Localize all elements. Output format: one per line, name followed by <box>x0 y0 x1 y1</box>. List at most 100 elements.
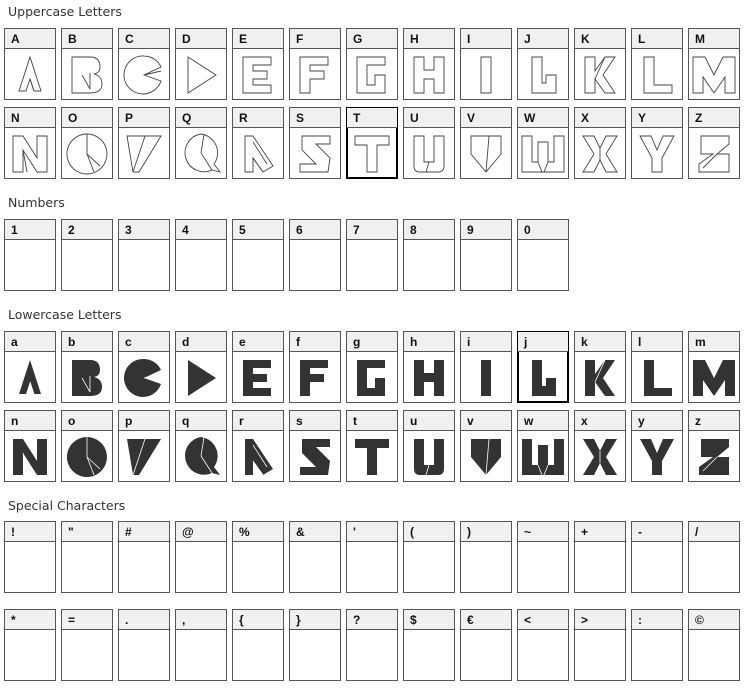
lowercase-cell-q[interactable]: q <box>175 410 227 482</box>
special-cell-char-9[interactable]: ~ <box>517 521 569 593</box>
lowercase-cell-n[interactable]: n <box>4 410 56 482</box>
special-cell-char-16[interactable]: , <box>175 609 227 681</box>
lowercase-cell-label: y <box>632 411 682 431</box>
special-cell-char-14[interactable]: = <box>61 609 113 681</box>
uppercase-cell-o[interactable]: O <box>61 107 113 179</box>
uppercase-cell-f[interactable]: F <box>289 28 341 100</box>
uppercase-cell-i[interactable]: I <box>460 28 512 100</box>
uppercase-cell-n[interactable]: N <box>4 107 56 179</box>
numbers-cell-7[interactable]: 7 <box>346 219 398 291</box>
lowercase-cell-v[interactable]: v <box>460 410 512 482</box>
special-cell-char-13[interactable]: * <box>4 609 56 681</box>
special-cell-char-5[interactable]: & <box>289 521 341 593</box>
lowercase-cell-c[interactable]: c <box>118 331 170 403</box>
glyph-preview-empty <box>461 240 511 290</box>
numbers-cell-1[interactable]: 1 <box>4 219 56 291</box>
lowercase-cell-z[interactable]: z <box>688 410 740 482</box>
lowercase-cell-k[interactable]: k <box>574 331 626 403</box>
lowercase-cell-j[interactable]: j <box>517 331 569 403</box>
glyph-preview-empty <box>290 630 340 680</box>
special-cell-char-22[interactable]: < <box>517 609 569 681</box>
glyph-preview-q <box>184 133 222 173</box>
numbers-cell-2[interactable]: 2 <box>61 219 113 291</box>
lowercase-cell-t[interactable]: t <box>346 410 398 482</box>
lowercase-cell-d[interactable]: d <box>175 331 227 403</box>
glyph-preview-empty <box>347 630 397 680</box>
lowercase-cell-y[interactable]: y <box>631 410 683 482</box>
uppercase-cell-x[interactable]: X <box>574 107 626 179</box>
uppercase-cell-l[interactable]: L <box>631 28 683 100</box>
lowercase-cell-l[interactable]: l <box>631 331 683 403</box>
special-cell-char-1[interactable]: " <box>61 521 113 593</box>
uppercase-cell-v[interactable]: V <box>460 107 512 179</box>
lowercase-cell-h[interactable]: h <box>403 331 455 403</box>
special-cell-char-2[interactable]: # <box>118 521 170 593</box>
special-cell-char-7[interactable]: ( <box>403 521 455 593</box>
lowercase-cell-f[interactable]: f <box>289 331 341 403</box>
uppercase-cell-b[interactable]: B <box>61 28 113 100</box>
uppercase-cell-j[interactable]: J <box>517 28 569 100</box>
lowercase-cell-u[interactable]: u <box>403 410 455 482</box>
numbers-cell-4[interactable]: 4 <box>175 219 227 291</box>
special-cell-char-15[interactable]: . <box>118 609 170 681</box>
special-cell-char-18[interactable]: } <box>289 609 341 681</box>
special-cell-char-8[interactable]: ) <box>460 521 512 593</box>
lowercase-cell-w[interactable]: w <box>517 410 569 482</box>
uppercase-cell-r[interactable]: R <box>232 107 284 179</box>
special-cell-char-0[interactable]: ! <box>4 521 56 593</box>
numbers-cell-label: 9 <box>461 220 511 240</box>
special-cell-char-11[interactable]: - <box>631 521 683 593</box>
special-cell-char-4[interactable]: % <box>232 521 284 593</box>
lowercase-cell-b[interactable]: b <box>61 331 113 403</box>
uppercase-cell-z[interactable]: Z <box>688 107 740 179</box>
lowercase-cell-label: c <box>119 332 169 352</box>
special-cell-char-12[interactable]: / <box>688 521 740 593</box>
special-cell-char-6[interactable]: ' <box>346 521 398 593</box>
special-cell-char-3[interactable]: @ <box>175 521 227 593</box>
lowercase-cell-p[interactable]: p <box>118 410 170 482</box>
lowercase-cell-label: l <box>632 332 682 352</box>
uppercase-cell-q[interactable]: Q <box>175 107 227 179</box>
lowercase-cell-x[interactable]: x <box>574 410 626 482</box>
numbers-cell-6[interactable]: 6 <box>289 219 341 291</box>
glyph-preview-o <box>66 133 108 175</box>
lowercase-cell-s[interactable]: s <box>289 410 341 482</box>
special-cell-char-24[interactable]: : <box>631 609 683 681</box>
special-cell-char-21[interactable]: € <box>460 609 512 681</box>
lowercase-cell-r[interactable]: r <box>232 410 284 482</box>
uppercase-cell-s[interactable]: S <box>289 107 341 179</box>
numbers-cell-0[interactable]: 0 <box>517 219 569 291</box>
lowercase-cell-g[interactable]: g <box>346 331 398 403</box>
uppercase-cell-t[interactable]: T <box>346 107 398 179</box>
special-cell-char-25[interactable]: © <box>688 609 740 681</box>
lowercase-cell-m[interactable]: m <box>688 331 740 403</box>
numbers-cell-8[interactable]: 8 <box>403 219 455 291</box>
uppercase-cell-c[interactable]: C <box>118 28 170 100</box>
uppercase-cell-u[interactable]: U <box>403 107 455 179</box>
special-cell-char-23[interactable]: > <box>574 609 626 681</box>
special-cell-char-19[interactable]: ? <box>346 609 398 681</box>
glyph-preview-empty <box>404 630 454 680</box>
uppercase-cell-m[interactable]: M <box>688 28 740 100</box>
uppercase-cell-a[interactable]: A <box>4 28 56 100</box>
glyph-preview-h <box>414 360 444 396</box>
lowercase-cell-e[interactable]: e <box>232 331 284 403</box>
uppercase-cell-e[interactable]: E <box>232 28 284 100</box>
uppercase-cell-h[interactable]: H <box>403 28 455 100</box>
glyph-preview-k <box>584 56 616 94</box>
uppercase-cell-g[interactable]: G <box>346 28 398 100</box>
numbers-cell-5[interactable]: 5 <box>232 219 284 291</box>
lowercase-cell-o[interactable]: o <box>61 410 113 482</box>
uppercase-cell-p[interactable]: P <box>118 107 170 179</box>
uppercase-cell-k[interactable]: K <box>574 28 626 100</box>
special-cell-char-20[interactable]: $ <box>403 609 455 681</box>
numbers-cell-9[interactable]: 9 <box>460 219 512 291</box>
uppercase-cell-d[interactable]: D <box>175 28 227 100</box>
uppercase-cell-y[interactable]: Y <box>631 107 683 179</box>
lowercase-cell-a[interactable]: a <box>4 331 56 403</box>
special-cell-char-17[interactable]: { <box>232 609 284 681</box>
numbers-cell-3[interactable]: 3 <box>118 219 170 291</box>
uppercase-cell-w[interactable]: W <box>517 107 569 179</box>
special-cell-char-10[interactable]: + <box>574 521 626 593</box>
lowercase-cell-i[interactable]: i <box>460 331 512 403</box>
